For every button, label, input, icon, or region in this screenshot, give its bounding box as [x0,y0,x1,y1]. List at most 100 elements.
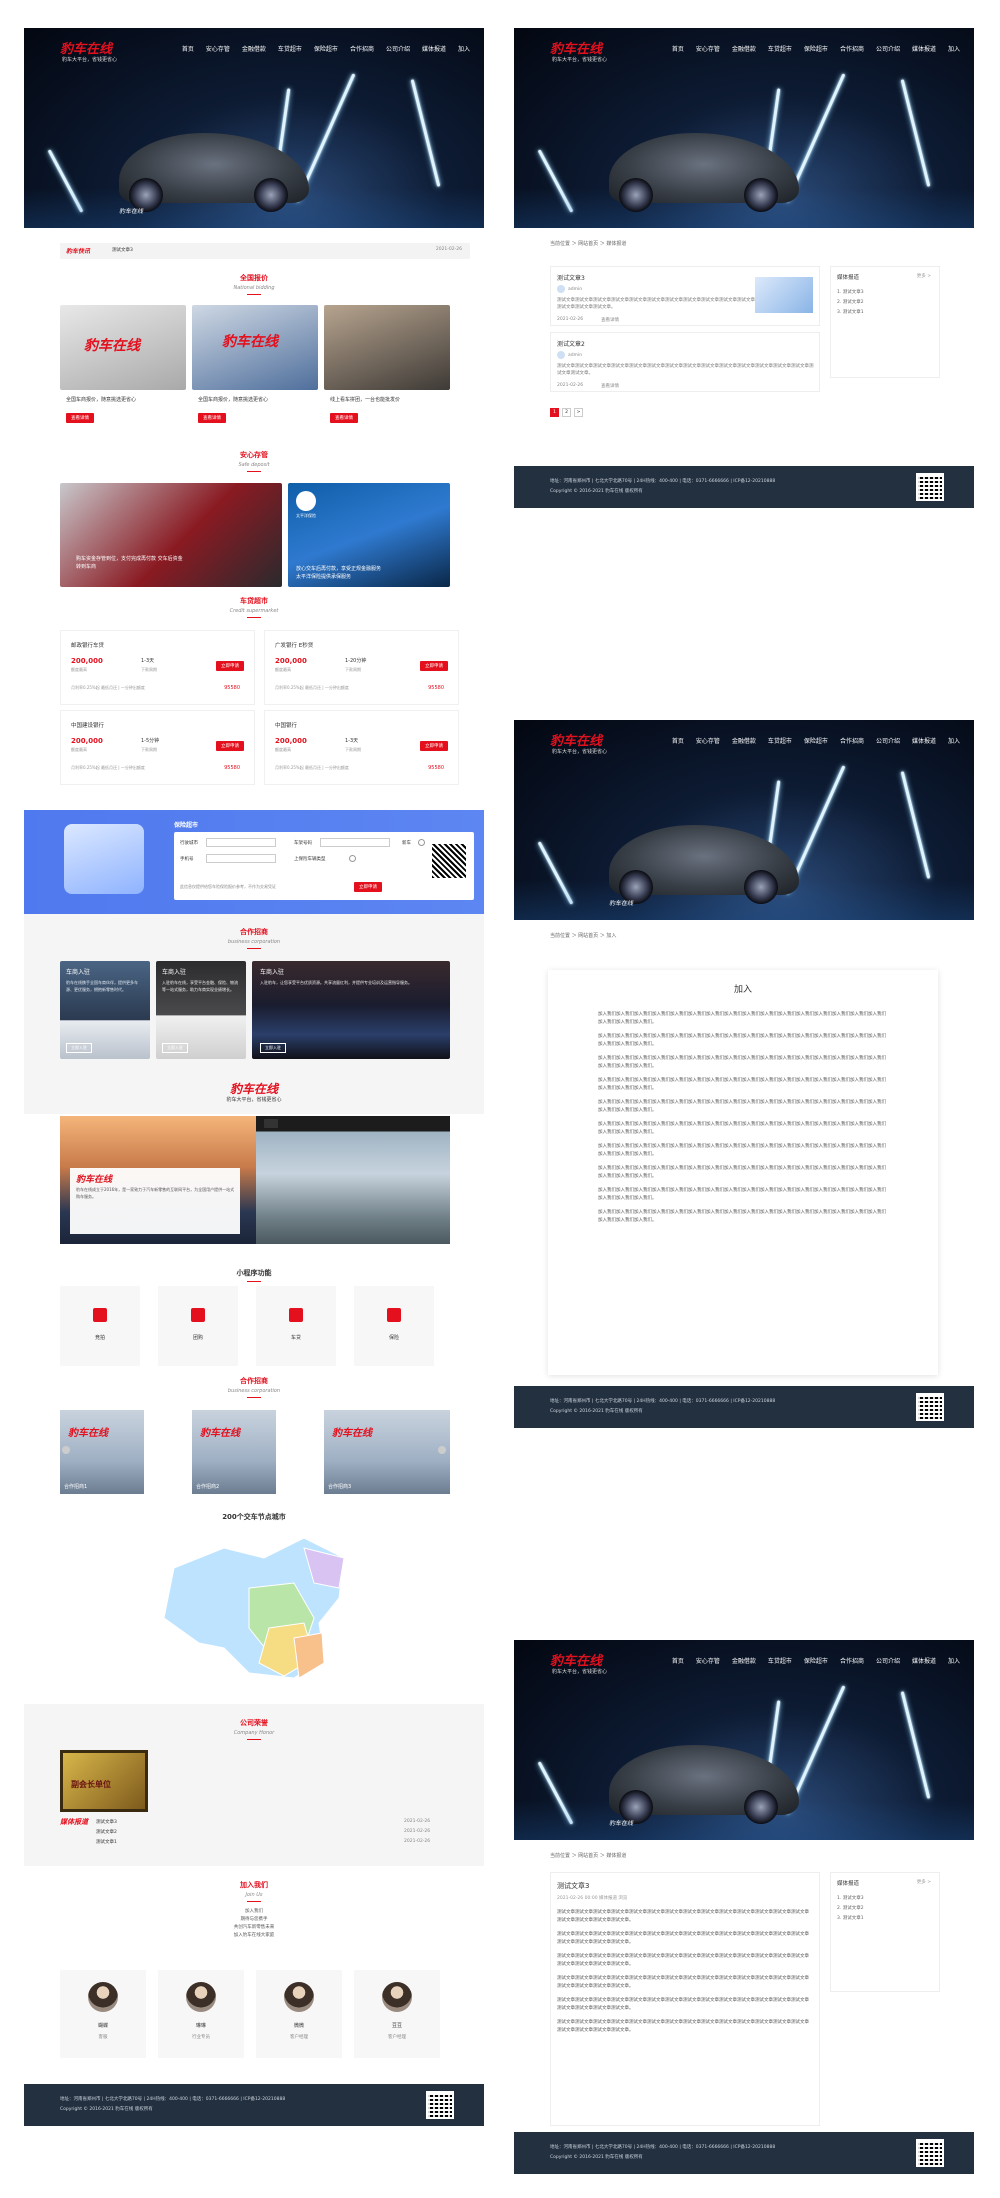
sidebar-more[interactable]: 更多 > [917,273,931,279]
nav-item[interactable]: 金融借款 [732,1656,756,1665]
join-button[interactable]: 立即入驻 [162,1043,188,1053]
detail-button[interactable]: 查看详情 [66,413,94,423]
article-more[interactable]: 查看详情 [601,383,619,389]
sidebar-item[interactable]: 3. 测试文章1 [837,309,864,315]
next-page-button[interactable]: > [574,408,583,417]
nav-item[interactable]: 媒体报道 [912,44,936,53]
loan-card[interactable]: 中国银行 200,000 额度最高 1-3天 下款周期 立即申请 月利率0.25… [264,710,459,785]
nav-item[interactable]: 加入 [948,44,960,53]
mini-item[interactable]: 团购 [158,1286,238,1366]
nav-item[interactable]: 安心存管 [206,44,230,53]
article-card[interactable]: 测试文章3 admin 测试文章测试文章测试文章测试文章测试文章测试文章测试文章… [550,266,820,326]
partner-card[interactable]: 豹车在线 合作招商1 [60,1410,144,1494]
nav-item[interactable]: 保险超市 [804,736,828,745]
nav-item[interactable]: 公司介绍 [876,736,900,745]
nav-item[interactable]: 加入 [948,1656,960,1665]
nav-item[interactable]: 车贷超市 [768,1656,792,1665]
phone-input[interactable] [206,854,276,863]
loan-phone[interactable]: 95580 [428,765,444,771]
prev-arrow-icon[interactable] [62,1446,70,1454]
logo[interactable]: 豹车在线 [550,1650,602,1669]
sidebar-item[interactable]: 1. 测试文章3 [837,1895,864,1901]
article-card[interactable]: 测试文章2 admin 测试文章测试文章测试文章测试文章测试文章测试文章测试文章… [550,332,820,392]
join-button[interactable]: 立即入驻 [66,1043,92,1053]
nav-item[interactable]: 安心存管 [696,736,720,745]
sidebar-item[interactable]: 2. 测试文章2 [837,1905,864,1911]
partner-card[interactable]: 豹车在线 合作招商3 [324,1410,450,1494]
loan-phone[interactable]: 95580 [224,765,240,771]
team-member[interactable]: 蝴蝶 客服 [60,1970,146,2058]
honor-item[interactable]: 测试文章1 [96,1839,117,1845]
sidebar-item[interactable]: 3. 测试文章1 [837,1915,864,1921]
nav-item[interactable]: 首页 [672,736,684,745]
breadcrumb[interactable]: 当前位置 ＞ 网站首页 ＞ 媒体报道 [550,240,626,247]
nav-item[interactable]: 公司介绍 [876,1656,900,1665]
nav-item[interactable]: 车贷超市 [768,736,792,745]
honor-item[interactable]: 测试文章3 [96,1819,117,1825]
logo[interactable]: 豹车在线 [60,38,112,57]
join-button[interactable]: 立即入驻 [260,1043,286,1053]
mini-item[interactable]: 竞拍 [60,1286,140,1366]
coop-card[interactable]: 车商入驻 入驻豹车在线，享受平台金融、保险、物流等一站式服务，助力车商实现业绩增… [156,961,246,1059]
nav-item[interactable]: 合作招商 [350,44,374,53]
nav-item[interactable]: 金融借款 [732,736,756,745]
next-arrow-icon[interactable] [438,1446,446,1454]
partner-card[interactable]: 豹车在线 合作招商2 [192,1410,276,1494]
logo[interactable]: 豹车在线 [550,730,602,749]
mini-item[interactable]: 车贷 [256,1286,336,1366]
sidebar-item[interactable]: 2. 测试文章2 [837,299,864,305]
nav-item[interactable]: 首页 [672,1656,684,1665]
city-input[interactable] [206,838,276,847]
safe-card-image[interactable]: 购车资金存管到位，支付完成再付款 交车后资金转到车商 [60,483,282,587]
loan-phone[interactable]: 95580 [428,685,444,691]
coop-card[interactable]: 车商入驻 豹车在线携手全国车商伙伴，提供更多车源、更优服务，拥抱新零售时代。 立… [60,961,150,1059]
article-title[interactable]: 测试文章3 [557,273,585,282]
news-title[interactable]: 测试文章3 [112,247,133,253]
breadcrumb[interactable]: 当前位置 ＞ 网站首页 ＞ 媒体报道 [550,1852,626,1859]
loan-card[interactable]: 邮政银行车贷 200,000 额度最高 1-3天 下款周期 立即申请 月利率0.… [60,630,255,705]
play-icon[interactable] [264,1119,278,1128]
nav-item[interactable]: 保险超市 [804,44,828,53]
nav-item[interactable]: 合作招商 [840,1656,864,1665]
nav-item[interactable]: 安心存管 [696,1656,720,1665]
apply-button[interactable]: 立即申请 [216,661,244,671]
coop-card[interactable]: 车商入驻 入驻豹车，让您享受平台优质资源。共享流量红利，并提供专业培训及运营指导… [252,961,450,1059]
page-button[interactable]: 1 [550,408,559,417]
sidebar-item[interactable]: 1. 测试文章3 [837,289,864,295]
nav-item[interactable]: 合作招商 [840,44,864,53]
team-member[interactable]: 琳琳 行业专员 [158,1970,244,2058]
apply-button[interactable]: 立即申请 [420,661,448,671]
safe-card-image[interactable]: 太平洋保险 放心交车后再付款，享受正规金融服务 太平洋保险提供承保服务 [288,483,450,587]
quote-card-image[interactable]: 豹车在线 [60,305,186,390]
video-player[interactable] [256,1116,450,1244]
mini-item[interactable]: 保险 [354,1286,434,1366]
quote-card-image[interactable] [324,305,450,390]
nav-item[interactable]: 加入 [948,736,960,745]
nav-item[interactable]: 公司介绍 [876,44,900,53]
honor-item[interactable]: 测试文章2 [96,1829,117,1835]
nav-item[interactable]: 首页 [182,44,194,53]
insurance-apply-button[interactable]: 立即申请 [354,882,382,892]
nav-item[interactable]: 加入 [458,44,470,53]
nav-item[interactable]: 车贷超市 [768,44,792,53]
vin-input[interactable] [320,838,390,847]
apply-button[interactable]: 立即申请 [216,741,244,751]
nav-item[interactable]: 合作招商 [840,736,864,745]
loan-card[interactable]: 广发银行 E秒贷 200,000 额度最高 1-20分钟 下款周期 立即申请 月… [264,630,459,705]
logo[interactable]: 豹车在线 [550,38,602,57]
nav-item[interactable]: 车贷超市 [278,44,302,53]
nav-item[interactable]: 安心存管 [696,44,720,53]
nav-item[interactable]: 保险超市 [804,1656,828,1665]
apply-button[interactable]: 立即申请 [420,741,448,751]
nav-item[interactable]: 公司介绍 [386,44,410,53]
loan-card[interactable]: 中国建设银行 200,000 额度最高 1-5分钟 下款周期 立即申请 月利率0… [60,710,255,785]
page-button[interactable]: 2 [562,408,571,417]
china-map[interactable] [154,1528,354,1688]
nav-item[interactable]: 媒体报道 [422,44,446,53]
team-member[interactable]: 微微 客户经理 [256,1970,342,2058]
quote-card-image[interactable]: 豹车在线 [192,305,318,390]
article-title[interactable]: 测试文章2 [557,339,585,348]
nav-item[interactable]: 金融借款 [732,44,756,53]
detail-button[interactable]: 查看详情 [330,413,358,423]
detail-button[interactable]: 查看详情 [198,413,226,423]
